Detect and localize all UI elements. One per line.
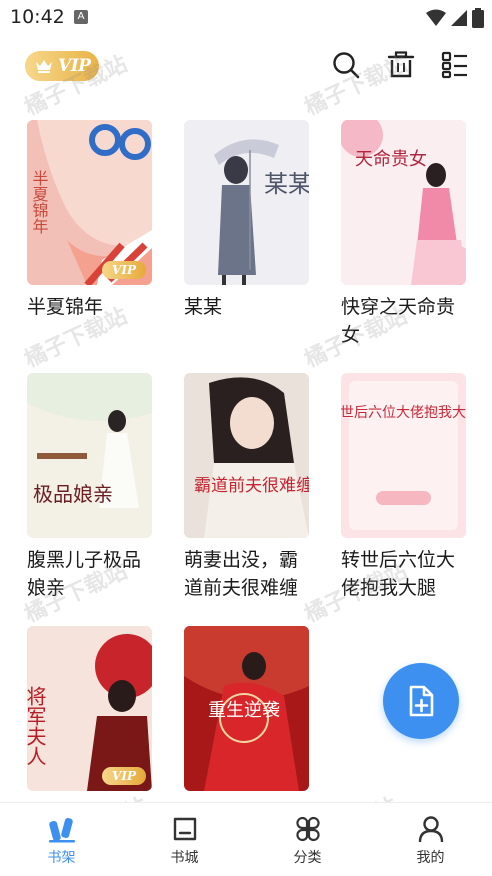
add-file-icon: [409, 685, 434, 717]
nav-category[interactable]: 分类: [246, 803, 369, 876]
book-item[interactable]: 半夏锦年 VIP 半夏锦年: [27, 120, 152, 321]
book-item[interactable]: 重生逆袭: [184, 626, 309, 799]
vip-tag: VIP: [102, 261, 146, 279]
vip-badge[interactable]: VIP: [25, 51, 99, 81]
book-title: 半夏锦年: [27, 296, 104, 318]
bottom-nav: 书架 书城 分类 我的: [0, 802, 492, 876]
book-item[interactable]: 极品娘亲 腹黑儿子极品娘亲: [27, 373, 152, 602]
system-icons: [426, 8, 484, 28]
profile-icon: [418, 816, 443, 843]
book-cover[interactable]: 重生逆袭: [184, 626, 309, 791]
battery-icon: [472, 8, 484, 28]
delete-button[interactable]: [386, 50, 416, 80]
book-title: 快穿之天命贵女: [341, 296, 456, 346]
vip-tag: VIP: [102, 767, 146, 785]
nav-label: 分类: [293, 850, 322, 866]
nav-bookstore[interactable]: 书城: [123, 803, 246, 876]
crown-icon: [36, 60, 52, 73]
book-item[interactable]: 转世后六位大佬抱我大腿 转世后六位大佬抱我大腿: [341, 373, 466, 602]
signal-icon: [451, 10, 467, 26]
nav-label: 书城: [170, 850, 199, 866]
list-view-icon: [441, 51, 467, 79]
add-book-fab[interactable]: [383, 663, 459, 739]
cover-title: 霸道前夫很难缠: [194, 476, 309, 496]
nav-label: 书架: [47, 850, 76, 866]
cover-title: 半夏锦年: [30, 170, 49, 234]
trash-icon: [387, 51, 415, 78]
book-title: 某某: [184, 296, 223, 318]
book-title: 萌妻出没，霸道前夫很难缠: [184, 549, 299, 599]
book-cover[interactable]: 半夏锦年 VIP: [27, 120, 152, 285]
bookshelf-icon: [48, 817, 75, 843]
book-item[interactable]: 天命贵女 快穿之天命贵女: [341, 120, 466, 349]
cover-title: 重生逆袭: [208, 700, 280, 721]
nav-bookshelf[interactable]: 书架: [0, 803, 123, 876]
book-item[interactable]: 某某 某某: [184, 120, 309, 321]
cover-title: 天命贵女: [355, 149, 427, 170]
category-icon: [295, 816, 320, 842]
cover-title: 某某: [264, 170, 309, 198]
list-view-button[interactable]: [440, 50, 470, 80]
book-cover[interactable]: 霸道前夫很难缠: [184, 373, 309, 538]
cover-title: 转世后六位大佬抱我大腿: [341, 405, 466, 421]
book-item[interactable]: 霸道前夫很难缠 萌妻出没，霸道前夫很难缠: [184, 373, 309, 602]
status-time: 10:42: [10, 6, 65, 28]
book-title: 转世后六位大佬抱我大腿: [341, 549, 456, 599]
search-icon: [333, 52, 360, 79]
book-cover[interactable]: 天命贵女: [341, 120, 466, 285]
cover-title: 将军夫人: [27, 686, 47, 766]
cover-title: 极品娘亲: [33, 482, 113, 506]
nav-label: 我的: [416, 850, 445, 866]
wifi-icon: [426, 9, 446, 26]
notification-icon: A: [74, 10, 88, 24]
book-item[interactable]: 将军夫人 VIP: [27, 626, 152, 799]
vip-label: VIP: [58, 56, 91, 76]
book-cover[interactable]: 极品娘亲: [27, 373, 152, 538]
search-button[interactable]: [331, 50, 361, 80]
book-title: 腹黑儿子极品娘亲: [27, 549, 142, 599]
book-cover[interactable]: 将军夫人 VIP: [27, 626, 152, 791]
status-bar: 10:42 A: [0, 0, 492, 36]
nav-profile[interactable]: 我的: [369, 803, 492, 876]
book-cover[interactable]: 某某: [184, 120, 309, 285]
bookstore-icon: [173, 817, 196, 841]
book-cover[interactable]: 转世后六位大佬抱我大腿: [341, 373, 466, 538]
